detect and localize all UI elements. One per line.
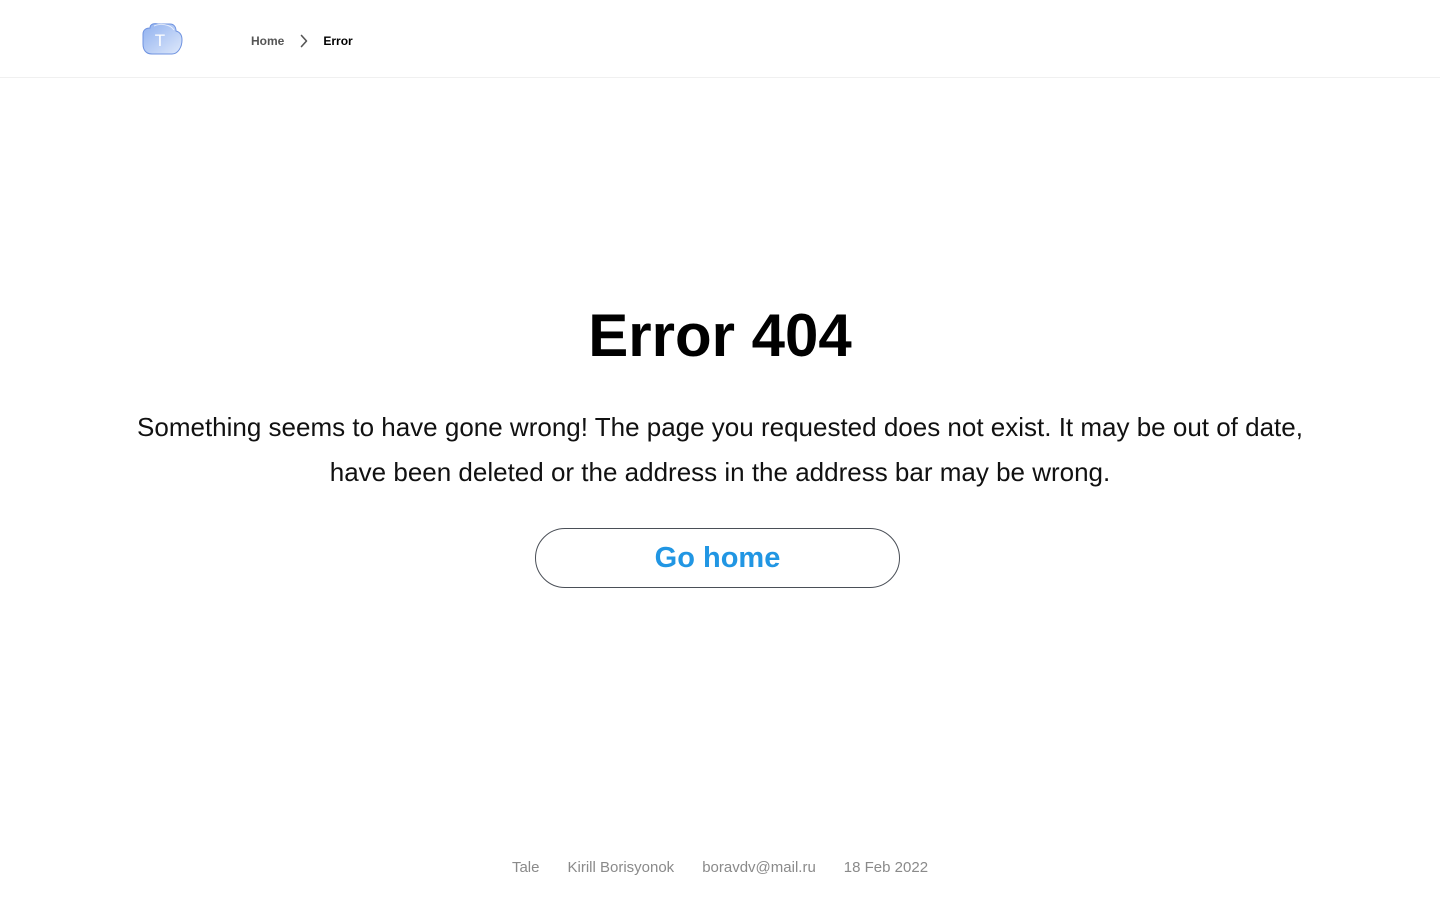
footer-site-name: Tale (511, 858, 540, 876)
chevron-right-icon (297, 31, 311, 51)
error-message-line-1: Something seems to have gone wrong! The … (137, 412, 1303, 442)
footer: Tale Kirill Borisyonok boravdv@mail.ru 1… (0, 856, 1440, 878)
error-page: T Home Error Error 404 Something seems t… (0, 0, 1440, 900)
breadcrumb-current: Error (323, 34, 353, 48)
top-header: T Home Error (0, 0, 1440, 78)
go-home-button[interactable]: Go home (535, 528, 900, 588)
logo-letter: T (155, 31, 165, 50)
breadcrumb-home-link[interactable]: Home (251, 34, 284, 48)
cloud-logo-icon: T (142, 23, 183, 55)
footer-author: Kirill Borisyonok (567, 858, 675, 876)
error-message-line-2: have been deleted or the address in the … (329, 457, 1111, 487)
footer-email: boravdv@mail.ru (702, 858, 816, 876)
site-logo[interactable]: T (140, 22, 184, 58)
breadcrumb: Home Error (251, 31, 353, 51)
error-title: Error 404 (588, 302, 852, 369)
go-home-label: Go home (654, 542, 781, 574)
error-message: Something seems to have gone wrong! The … (110, 405, 1330, 495)
footer-date: 18 Feb 2022 (843, 858, 929, 876)
